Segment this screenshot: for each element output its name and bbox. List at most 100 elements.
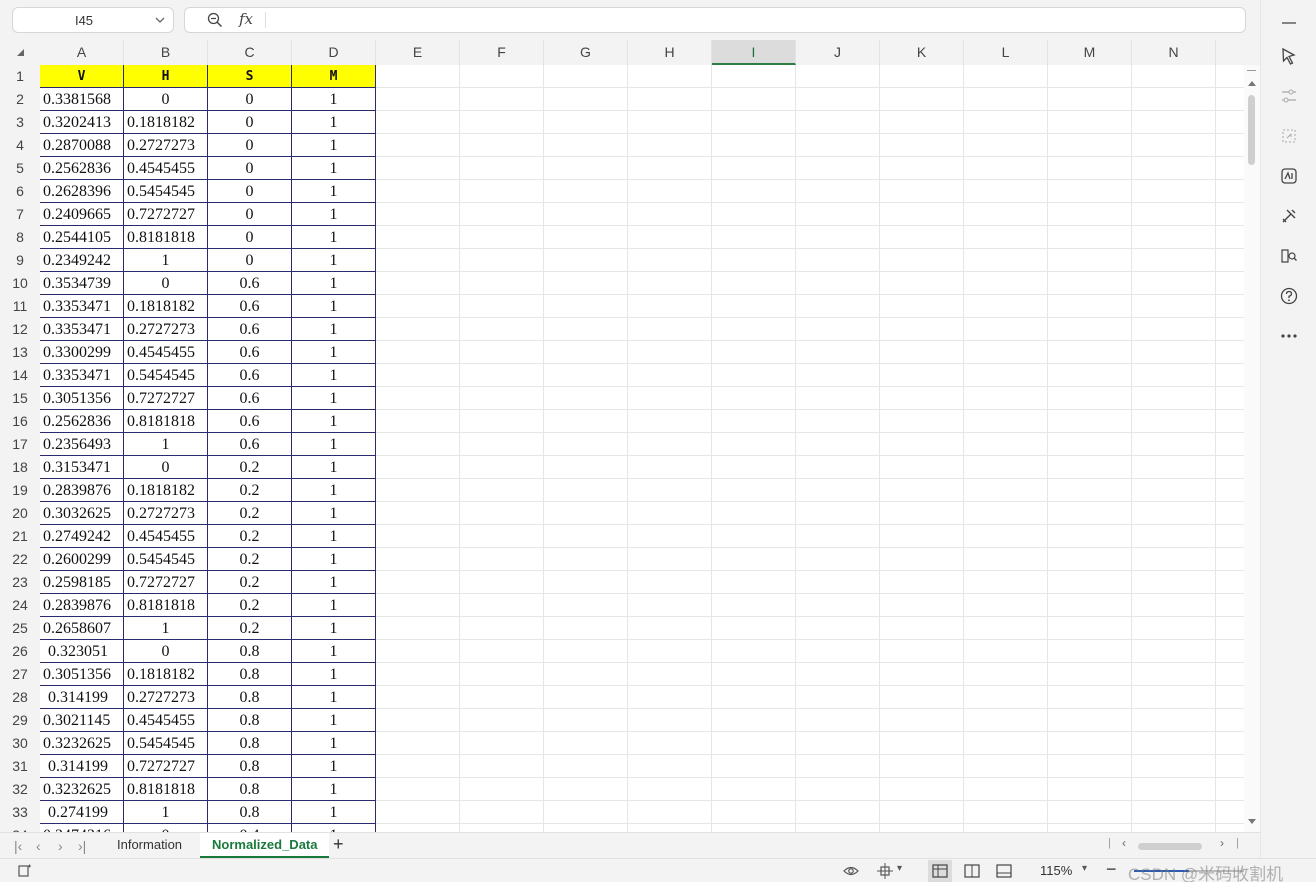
data-cell[interactable]: 0.4545455 [124, 341, 208, 364]
data-cell[interactable]: 1 [292, 571, 376, 594]
page-break-icon[interactable] [995, 862, 1013, 880]
data-cell[interactable]: 1 [292, 226, 376, 249]
data-cell[interactable]: 1 [292, 548, 376, 571]
column-header-n[interactable]: N [1132, 40, 1216, 65]
data-cell[interactable]: 1 [292, 686, 376, 709]
data-cell[interactable]: 0.1818182 [124, 479, 208, 502]
data-cell[interactable]: 0.3051356 [40, 387, 124, 410]
zoom-in-icon[interactable] [207, 12, 223, 28]
column-header-g[interactable]: G [544, 40, 628, 65]
cell-area[interactable]: V H S M 0.3381568 0 0 1 0.3202413 0.1818182 0 1 0.28… [40, 65, 1244, 832]
data-cell[interactable]: 1 [292, 364, 376, 387]
data-cell[interactable]: 1 [292, 502, 376, 525]
data-cell[interactable]: 1 [292, 617, 376, 640]
data-cell[interactable]: 0.5454545 [124, 732, 208, 755]
row-header[interactable]: 3 [0, 111, 40, 134]
column-header-j[interactable]: J [796, 40, 880, 65]
data-cell[interactable]: 0 [124, 272, 208, 295]
row-header[interactable]: 21 [0, 525, 40, 548]
data-cell[interactable]: 0.3202413 [40, 111, 124, 134]
data-cell[interactable]: 0 [208, 180, 292, 203]
data-cell[interactable]: 1 [292, 755, 376, 778]
row-header[interactable]: 18 [0, 456, 40, 479]
data-cell[interactable]: 1 [292, 341, 376, 364]
data-cell[interactable]: 1 [292, 801, 376, 824]
prev-sheet-icon[interactable]: ‹ [36, 838, 41, 854]
data-cell[interactable]: 0.3021145 [40, 709, 124, 732]
row-header[interactable]: 33 [0, 801, 40, 824]
data-cell[interactable]: 0.8181818 [124, 594, 208, 617]
data-cell[interactable]: 0.2598185 [40, 571, 124, 594]
chevron-down-icon[interactable]: ▾ [897, 863, 902, 874]
row-header[interactable]: 15 [0, 387, 40, 410]
column-header-m[interactable]: M [1048, 40, 1132, 65]
book-search-icon[interactable] [1279, 246, 1299, 266]
data-cell[interactable]: 1 [292, 594, 376, 617]
data-cell[interactable]: 0.2658607 [40, 617, 124, 640]
data-cell[interactable]: 1 [292, 111, 376, 134]
data-cell[interactable]: 0.6 [208, 272, 292, 295]
data-cell[interactable]: 1 [292, 272, 376, 295]
row-header[interactable]: 4 [0, 134, 40, 157]
data-cell[interactable]: 1 [124, 617, 208, 640]
data-cell[interactable]: 0.2 [208, 571, 292, 594]
data-cell[interactable]: 1 [292, 88, 376, 111]
column-header-h[interactable]: H [628, 40, 712, 65]
sheet-tab[interactable]: Information [105, 833, 194, 858]
column-header-i[interactable]: I [712, 40, 796, 65]
data-cell[interactable]: 0.7272727 [124, 387, 208, 410]
ai-assist-icon[interactable] [1279, 166, 1299, 186]
data-cell[interactable]: 0.1818182 [124, 111, 208, 134]
data-cell[interactable]: 0.6 [208, 410, 292, 433]
minimize-icon[interactable] [1279, 12, 1299, 32]
data-cell[interactable]: 0 [208, 134, 292, 157]
data-cell[interactable]: 0.1818182 [124, 663, 208, 686]
data-cell[interactable]: 0.4545455 [124, 157, 208, 180]
data-cell[interactable]: 0.1818182 [124, 295, 208, 318]
data-cell[interactable]: 0.6 [208, 295, 292, 318]
horizontal-scrollbar[interactable]: | ‹ › | [1104, 836, 1244, 851]
data-cell[interactable]: 0.8 [208, 663, 292, 686]
data-cell[interactable]: 0 [124, 640, 208, 663]
header-cell[interactable]: V [40, 65, 124, 88]
data-cell[interactable]: 0.8 [208, 709, 292, 732]
row-header[interactable]: 9 [0, 249, 40, 272]
column-header-d[interactable]: D [292, 40, 376, 65]
column-header-k[interactable]: K [880, 40, 964, 65]
data-cell[interactable]: 0 [208, 88, 292, 111]
data-cell[interactable]: 0.2727273 [124, 318, 208, 341]
data-cell[interactable]: 0.2562836 [40, 157, 124, 180]
data-cell[interactable]: 1 [292, 180, 376, 203]
data-cell[interactable]: 0.3353471 [40, 295, 124, 318]
data-cell[interactable]: 1 [292, 134, 376, 157]
data-cell[interactable]: 1 [292, 203, 376, 226]
row-header[interactable]: 31 [0, 755, 40, 778]
next-sheet-icon[interactable]: › [58, 838, 63, 854]
data-cell[interactable]: 0.6 [208, 387, 292, 410]
row-header[interactable]: 32 [0, 778, 40, 801]
tools-icon[interactable] [1279, 206, 1299, 226]
zoom-level[interactable]: 115% [1040, 863, 1072, 878]
data-cell[interactable]: 0 [124, 824, 208, 832]
data-cell[interactable]: 1 [124, 433, 208, 456]
data-cell[interactable]: 1 [292, 456, 376, 479]
data-cell[interactable]: 0 [208, 203, 292, 226]
crosshair-icon[interactable] [876, 862, 894, 880]
scroll-right-icon[interactable]: › [1220, 836, 1224, 850]
scroll-left-icon[interactable]: ‹ [1122, 836, 1126, 850]
data-cell[interactable]: 1 [292, 157, 376, 180]
row-header[interactable]: 2 [0, 88, 40, 111]
column-header-e[interactable]: E [376, 40, 460, 65]
data-cell[interactable]: 0.2349242 [40, 249, 124, 272]
data-cell[interactable]: 0.3353471 [40, 364, 124, 387]
page-layout-icon[interactable] [963, 862, 981, 880]
data-cell[interactable]: 0.3051356 [40, 663, 124, 686]
row-header[interactable]: 24 [0, 594, 40, 617]
data-cell[interactable]: 1 [292, 709, 376, 732]
data-cell[interactable]: 0.2562836 [40, 410, 124, 433]
column-header-c[interactable]: C [208, 40, 292, 65]
sheet-grid[interactable]: ABCDEFGHIJKLMN 1 2 3 4 5 6 7 8 9 10 11 12 13 14 15 16 17… [0, 40, 1244, 832]
data-cell[interactable]: 0.2749242 [40, 525, 124, 548]
row-header[interactable]: 28 [0, 686, 40, 709]
data-cell[interactable]: 0.274199 [40, 801, 124, 824]
